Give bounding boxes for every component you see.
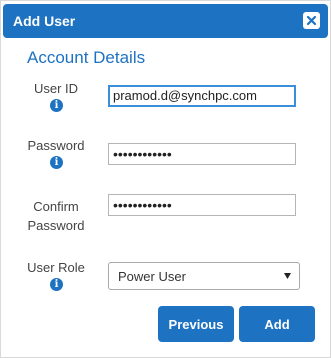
info-icon[interactable]: i [50, 99, 63, 112]
password-input[interactable]: •••••••••••• [108, 143, 296, 165]
user-role-label: User Role [27, 260, 85, 275]
confirm-password-value: •••••••••••• [113, 197, 172, 213]
chevron-down-icon [284, 273, 291, 279]
add-button[interactable]: Add [239, 306, 315, 342]
dialog-title: Add User [13, 13, 76, 29]
close-button[interactable] [303, 12, 320, 29]
confirm-password-input[interactable]: •••••••••••• [108, 194, 296, 216]
user-id-label: User ID [33, 81, 79, 96]
add-user-dialog: Add User Account Details User ID i pramo… [0, 0, 331, 358]
info-icon[interactable]: i [50, 156, 63, 169]
section-title: Account Details [27, 48, 146, 67]
close-icon [306, 15, 317, 26]
password-value: •••••••••••• [113, 146, 172, 162]
user-role-select[interactable]: Power User [108, 262, 300, 290]
confirm-password-label-line2: Password [27, 218, 85, 233]
user-id-input[interactable]: pramod.d@synchpc.com [108, 85, 296, 107]
password-label: Password [27, 138, 85, 153]
info-icon[interactable]: i [50, 278, 63, 291]
user-role-selected-value: Power User [118, 269, 186, 284]
dialog-titlebar: Add User [3, 4, 328, 38]
previous-button[interactable]: Previous [158, 306, 234, 342]
confirm-password-label-line1: Confirm [33, 199, 79, 214]
